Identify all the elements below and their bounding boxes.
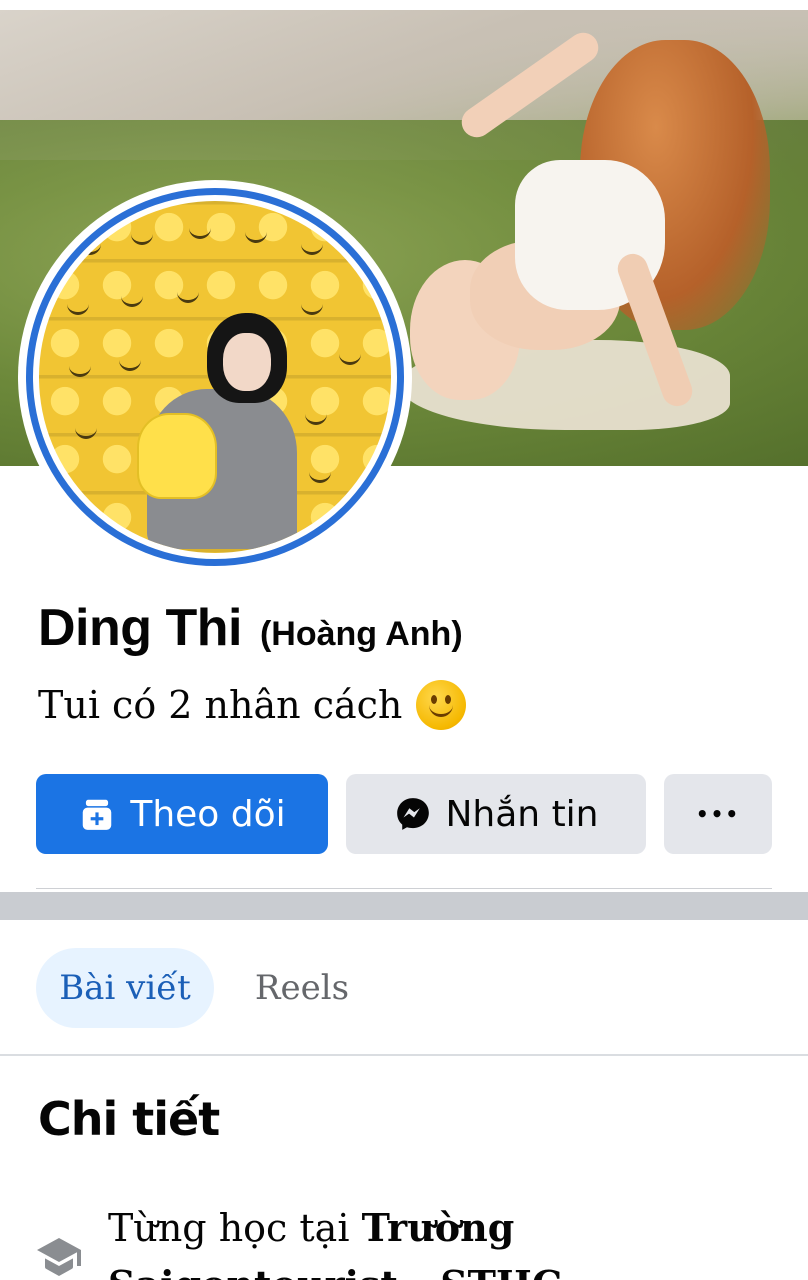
education-school-continued[interactable]: Saigontourist - STHC <box>108 1262 562 1280</box>
profile-alternate-name: (Hoàng Anh) <box>259 615 463 653</box>
profile-name-row: Ding Thi (Hoàng Anh) <box>38 598 463 658</box>
details-heading: Chi tiết <box>38 1092 220 1146</box>
avatar-story-ring <box>26 188 404 566</box>
tab-reels[interactable]: Reels <box>232 948 372 1028</box>
smiley-emoji-icon <box>416 680 467 730</box>
message-label: Nhắn tin <box>445 793 599 835</box>
education-text: Từng học tại Trường <box>108 1205 514 1250</box>
graduation-cap-icon <box>37 1238 81 1276</box>
tab-posts[interactable]: Bài viết <box>36 948 214 1028</box>
section-separator <box>0 892 808 920</box>
education-school-link[interactable]: Trường <box>362 1205 515 1250</box>
more-options-button[interactable]: ••• <box>664 774 772 854</box>
avatar-image <box>39 201 391 553</box>
profile-bio: Tui có 2 nhân cách <box>38 680 467 730</box>
follow-button[interactable]: Theo dõi <box>36 774 328 854</box>
profile-avatar[interactable] <box>18 180 412 574</box>
education-prefix: Từng học tại <box>108 1206 362 1250</box>
follow-plus-icon <box>83 799 112 830</box>
messenger-icon <box>396 798 429 830</box>
profile-page: Ding Thi (Hoàng Anh) Tui có 2 nhân cách … <box>0 0 808 1280</box>
message-button[interactable]: Nhắn tin <box>346 774 646 854</box>
more-dots-icon: ••• <box>695 802 741 826</box>
divider <box>36 888 772 889</box>
follow-label: Theo dõi <box>130 793 286 835</box>
tabs-divider <box>0 1054 808 1056</box>
bio-text: Tui có 2 nhân cách <box>38 683 403 727</box>
profile-name: Ding Thi <box>38 599 242 657</box>
